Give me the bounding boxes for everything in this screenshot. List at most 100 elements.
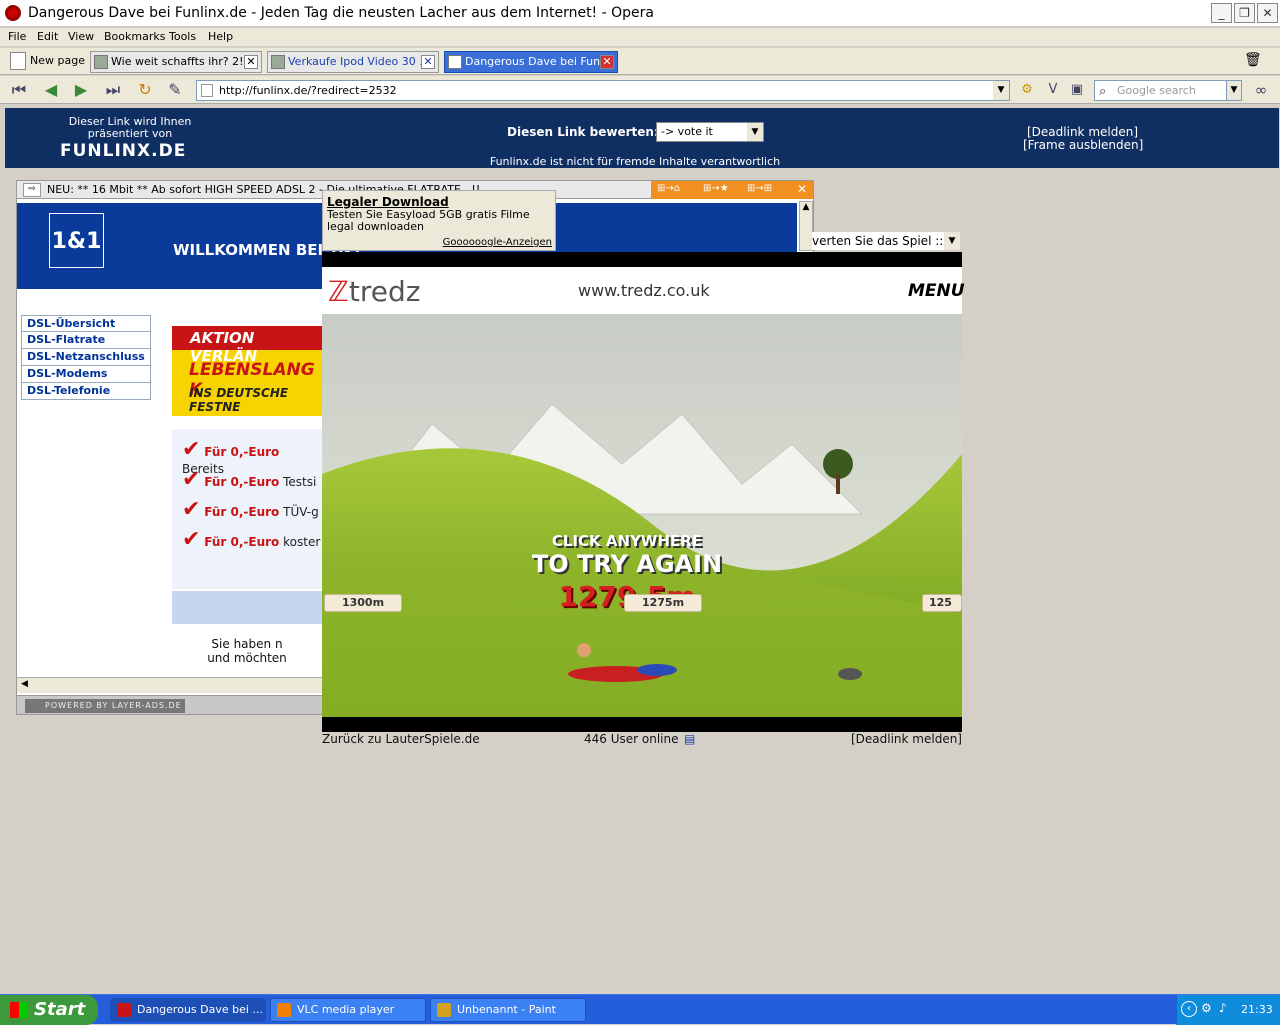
tab-label: Wie weit schaffts ihr? 2! ...: [111, 55, 258, 68]
ad-headline[interactable]: Legaler Download: [327, 195, 449, 209]
deadlink-link[interactable]: [Deadlink melden]: [1027, 125, 1138, 139]
scroll-left-icon[interactable]: ◀: [21, 679, 28, 689]
hide-frame-link[interactable]: [Frame ausblenden]: [1023, 138, 1143, 152]
close-tab-icon[interactable]: ✕: [421, 55, 435, 69]
favorite-icon[interactable]: ⊞→★: [703, 183, 729, 194]
rewind-icon[interactable]: ⏮: [8, 80, 30, 100]
chevron-down-icon[interactable]: ▼: [993, 81, 1009, 100]
window-icon[interactable]: ⊞→⊞: [747, 183, 772, 194]
powered-by-label[interactable]: POWERED BY LAYER-ADS.DE: [25, 699, 185, 713]
network-icon[interactable]: ⚙: [1201, 1001, 1212, 1015]
sidenav-dsl-telefonie[interactable]: DSL-Telefonie: [21, 383, 151, 400]
glasses-icon[interactable]: ∞: [1250, 80, 1272, 100]
check-text: koster: [283, 535, 321, 549]
stats-icon[interactable]: ▤: [684, 732, 695, 746]
page-icon: [94, 55, 108, 69]
wand-icon[interactable]: ⚙: [1016, 80, 1038, 100]
arrow-icon[interactable]: ⇨: [23, 183, 41, 197]
menu-help[interactable]: Help: [208, 30, 233, 43]
back-icon[interactable]: ◀: [40, 80, 62, 100]
new-page-button[interactable]: New page: [8, 52, 85, 70]
tredz-brand: tredz: [348, 275, 421, 308]
check-item: ✔ Für 0,-Euro koster: [182, 527, 320, 552]
search-placeholder: Google search: [1117, 84, 1196, 97]
task-label: Dangerous Dave bei ...: [137, 1003, 263, 1016]
search-input[interactable]: ⌕ Google search: [1094, 80, 1240, 101]
game-background: [322, 314, 962, 717]
promo-banner[interactable]: AKTION VERLÄN LEBENSLANG K INS DEUTSCHE …: [172, 326, 322, 416]
navigation-bar: ⏮ ◀ ▶ ⏭ ↻ ✎ http://funlinx.de/?redirect=…: [0, 76, 1280, 104]
oneandone-logo[interactable]: 1&1: [49, 213, 104, 268]
close-button[interactable]: ✕: [1257, 3, 1278, 23]
distance-marker: 1300m: [324, 594, 402, 612]
edit-icon[interactable]: ✎: [164, 80, 186, 100]
new-page-icon: [10, 52, 26, 70]
fast-forward-icon[interactable]: ⏭: [102, 80, 124, 100]
trash-icon[interactable]: 🗑: [1244, 52, 1262, 70]
address-bar[interactable]: http://funlinx.de/?redirect=2532 ▼: [196, 80, 1010, 101]
users-online: 446 User online: [584, 732, 679, 746]
close-tab-icon[interactable]: ✕: [600, 55, 614, 69]
reload-icon[interactable]: ↻: [134, 80, 156, 100]
menu-edit[interactable]: Edit: [37, 30, 58, 43]
close-icon[interactable]: ✕: [797, 182, 807, 196]
opera-icon: [5, 5, 21, 21]
vote-select[interactable]: -> vote it ▼: [656, 122, 764, 142]
game-header: ℤtredz www.tredz.co.uk MENU: [322, 267, 965, 314]
volume-icon[interactable]: ♪: [1219, 1001, 1227, 1015]
scrollbar-up-icon[interactable]: ▲: [799, 201, 813, 251]
deadlink-link[interactable]: [Deadlink melden]: [851, 732, 962, 746]
page-icon: [201, 84, 213, 97]
check-item: ✔ Für 0,-Euro TÜV-g: [182, 497, 319, 522]
menu-file[interactable]: File: [8, 30, 26, 43]
funlinx-logo[interactable]: FUNLINX.DE: [60, 141, 186, 161]
bottom-line2: und möchten: [207, 651, 287, 665]
new-page-label: New page: [30, 54, 85, 67]
chevron-down-icon: ▼: [944, 232, 960, 250]
page-icon: [271, 55, 285, 69]
try-again-line2: TO TRY AGAIN: [531, 550, 723, 578]
game-frame[interactable]: ℤtredz www.tredz.co.uk MENU CLICK ANYWHE…: [322, 252, 965, 732]
game-rating-select[interactable]: verten Sie das Spiel :: ▼: [812, 232, 960, 250]
google-ad-box[interactable]: Legaler Download Testen Sie Easyload 5GB…: [322, 190, 556, 251]
game-scene[interactable]: CLICK ANYWHERE TO TRY AGAIN 1279.5m 1300…: [322, 314, 962, 717]
tab-label: Dangerous Dave bei Funl...: [465, 55, 614, 68]
tab-1[interactable]: Wie weit schaffts ihr? 2! ... ✕: [90, 51, 262, 73]
tab-bar: New page Wie weit schaffts ihr? 2! ... ✕…: [0, 48, 1280, 75]
menu-bookmarks[interactable]: Bookmarks: [104, 30, 165, 43]
tab-2[interactable]: Verkaufe Ipod Video 30 ... ✕: [267, 51, 439, 73]
box-icon[interactable]: ▣: [1066, 80, 1088, 100]
window-title: Dangerous Dave bei Funlinx.de - Jeden Ta…: [28, 5, 654, 21]
tab-3-active[interactable]: Dangerous Dave bei Funl... ✕: [444, 51, 618, 73]
close-tab-icon[interactable]: ✕: [244, 55, 258, 69]
task-paint[interactable]: Unbenannt - Paint: [430, 998, 586, 1022]
menu-view[interactable]: View: [68, 30, 94, 43]
layer-controls: ⊞→⌂ ⊞→★ ⊞→⊞ ✕: [651, 181, 813, 199]
tredz-url[interactable]: www.tredz.co.uk: [578, 281, 710, 300]
start-button[interactable]: Start: [0, 995, 98, 1025]
minimize-button[interactable]: _: [1211, 3, 1232, 23]
ad-attribution[interactable]: Goooooogle-Anzeigen: [443, 237, 552, 248]
home-icon[interactable]: ⊞→⌂: [657, 183, 680, 194]
back-to-lauterspiele-link[interactable]: Zurück zu LauterSpiele.de: [322, 732, 480, 746]
task-label: Unbenannt - Paint: [457, 1003, 556, 1016]
validate-icon[interactable]: V: [1042, 80, 1064, 100]
distance-marker: 125: [922, 594, 962, 612]
sidenav-dsl-netzanschluss[interactable]: DSL-Netzanschluss: [21, 349, 151, 366]
sidenav-dsl-overview[interactable]: DSL-Übersicht: [21, 315, 151, 332]
presented-line2: präsentiert von: [87, 127, 173, 140]
sidenav-dsl-modems[interactable]: DSL-Modems: [21, 366, 151, 383]
tredz-logo[interactable]: ℤtredz: [328, 275, 420, 308]
game-menu-button[interactable]: MENU: [908, 281, 965, 301]
search-engine-dropdown[interactable]: ▼: [1226, 80, 1242, 101]
menu-tools[interactable]: Tools: [169, 30, 196, 43]
check-text: TÜV-g: [283, 505, 319, 519]
ad-body: Testen Sie Easyload 5GB gratis Filme leg…: [327, 208, 530, 233]
feature-checklist: ✔ Für 0,-Euro Bereits ✔ Für 0,-Euro Test…: [172, 429, 322, 589]
forward-icon[interactable]: ▶: [70, 80, 92, 100]
task-opera[interactable]: Dangerous Dave bei ...: [110, 998, 266, 1022]
maximize-button[interactable]: ❐: [1234, 3, 1255, 23]
sidenav-dsl-flatrate[interactable]: DSL-Flatrate: [21, 332, 151, 349]
task-vlc[interactable]: VLC media player: [270, 998, 426, 1022]
chevron-left-icon[interactable]: ‹: [1181, 1001, 1197, 1017]
